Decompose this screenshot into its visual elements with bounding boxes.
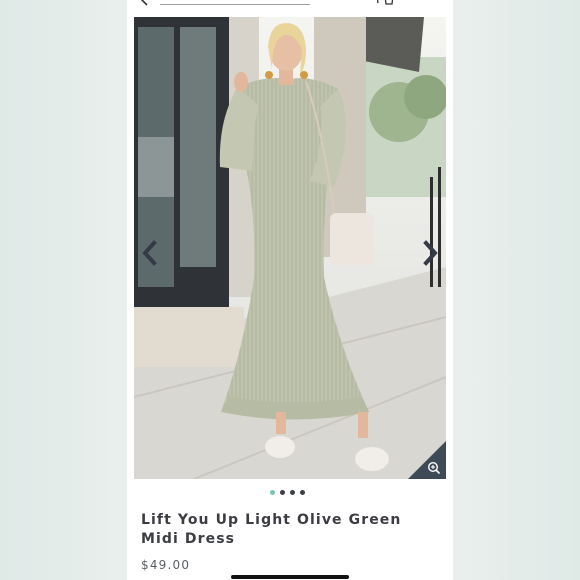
carousel-dot[interactable]: [290, 490, 295, 495]
top-bar: [127, 0, 453, 14]
product-price: $49.00: [141, 558, 191, 572]
search-input[interactable]: [160, 4, 310, 5]
carousel-dot[interactable]: [280, 490, 285, 495]
previous-image-arrow-icon[interactable]: [140, 240, 160, 266]
product-title: Lift You Up Light Olive Green Midi Dress: [141, 512, 402, 547]
cart-icon[interactable]: [373, 0, 395, 6]
phone-screen: Lift You Up Light Olive Green Midi Dress…: [127, 0, 453, 580]
zoom-in-icon[interactable]: [408, 441, 446, 479]
product-image[interactable]: [134, 17, 446, 479]
menu-icon[interactable]: [427, 0, 441, 4]
home-indicator[interactable]: [231, 575, 349, 579]
carousel-dot[interactable]: [270, 490, 275, 495]
product-photo: [134, 17, 446, 479]
back-chevron-icon[interactable]: [139, 0, 151, 6]
carousel-dots: [270, 490, 305, 495]
carousel-dot[interactable]: [300, 490, 305, 495]
next-image-arrow-icon[interactable]: [420, 240, 440, 266]
